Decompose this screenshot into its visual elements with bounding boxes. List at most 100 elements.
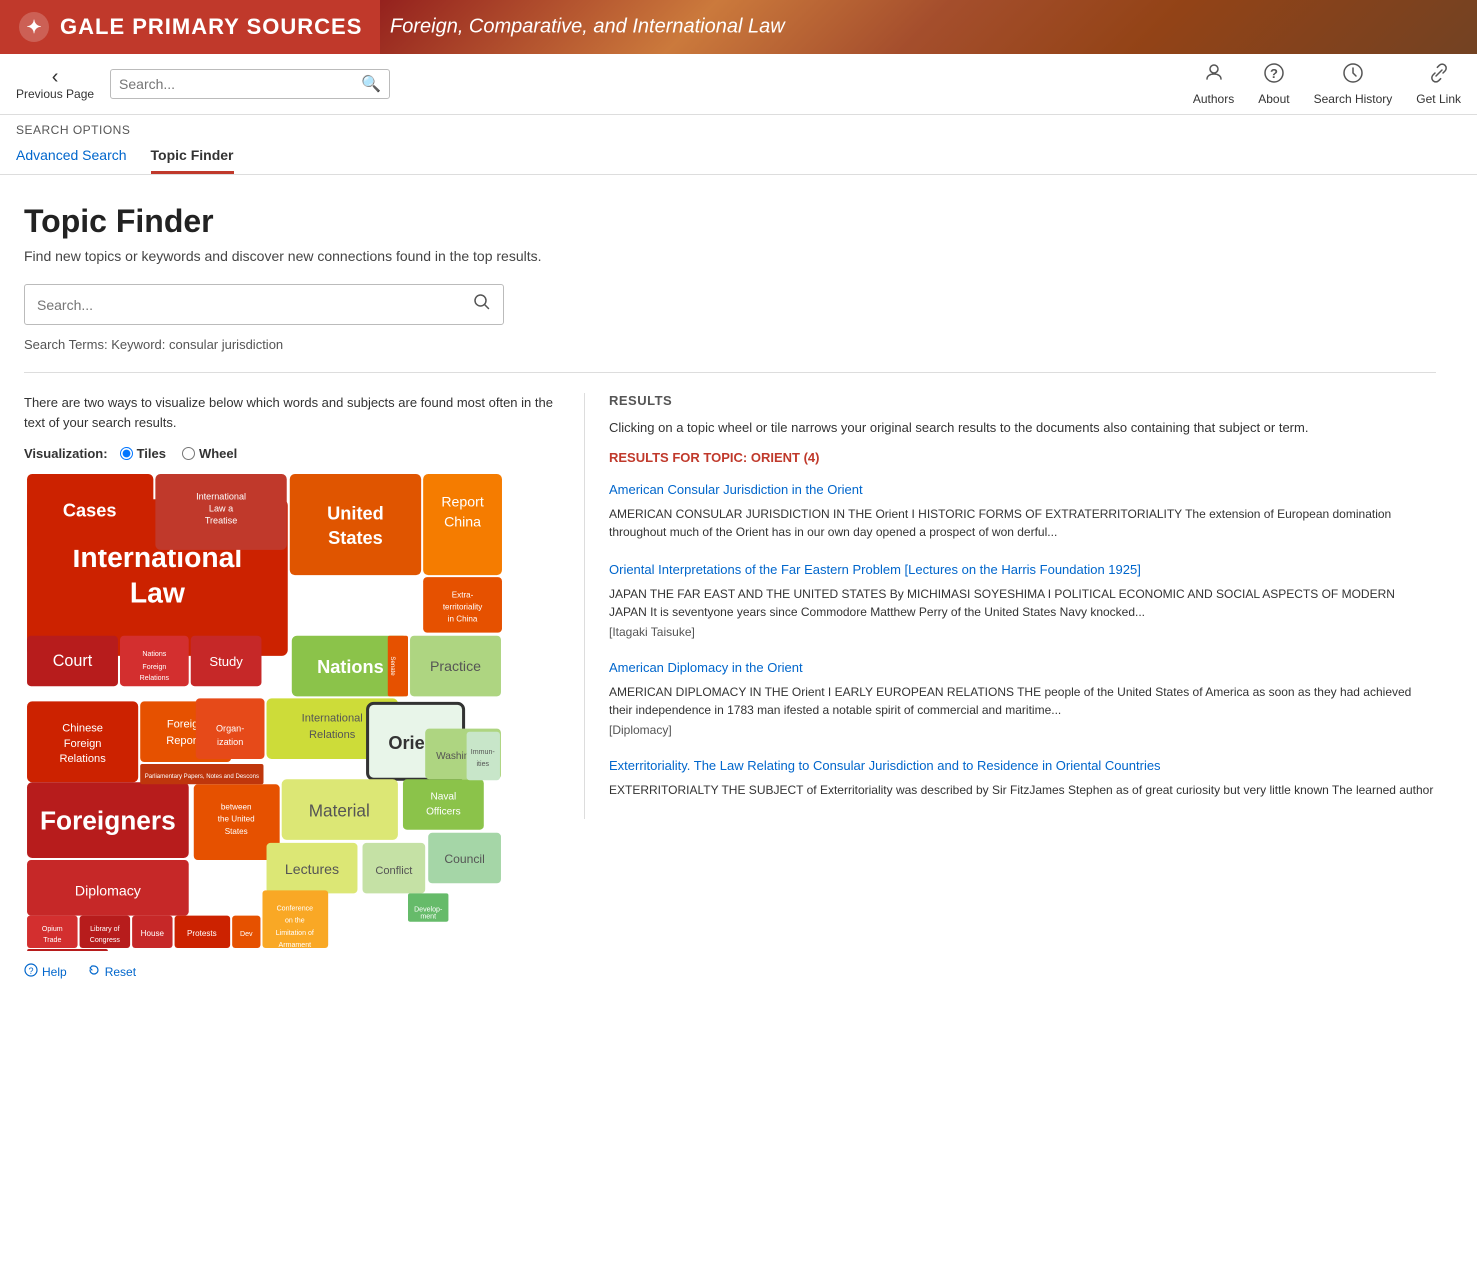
brand-area: ✦ GALE PRIMARY SOURCES [0,0,380,54]
topic-search-input[interactable] [37,297,473,313]
svg-text:Council: Council [444,852,484,866]
svg-text:?: ? [28,966,33,976]
about-nav-item[interactable]: ? About [1258,62,1289,106]
svg-text:Court: Court [53,652,93,670]
get-link-icon [1428,62,1450,90]
viz-footer: ? Help Reset [24,963,564,980]
tile-juridical[interactable] [27,949,108,951]
result-title-2[interactable]: American Diplomacy in the Orient [609,659,1436,677]
svg-text:Dev: Dev [240,931,253,938]
svg-text:?: ? [1270,66,1278,81]
previous-page-button[interactable]: ‹ Previous Page [16,67,94,101]
help-circle-icon: ? [24,963,38,980]
authors-label: Authors [1193,92,1234,106]
result-title-1[interactable]: Oriental Interpretations of the Far East… [609,561,1436,579]
nav-search-input[interactable] [119,76,361,92]
search-terms: Search Terms: Keyword: consular jurisdic… [24,337,1436,352]
results-topic-count: (4) [804,450,820,465]
svg-text:Nations: Nations [142,651,166,658]
previous-page-arrow-icon: ‹ [52,67,59,87]
svg-text:House: House [141,929,165,938]
tile-viz-svg: International Law Cases International La… [24,471,504,951]
svg-text:China: China [444,514,481,530]
tiles-radio[interactable] [120,447,133,460]
svg-text:Relations: Relations [140,675,170,682]
svg-text:✦: ✦ [26,17,41,37]
reset-button[interactable]: Reset [87,963,136,980]
svg-text:Library of: Library of [90,926,119,933]
svg-text:on the: on the [285,918,305,925]
svg-text:Congress: Congress [90,937,121,944]
svg-text:Limitation of: Limitation of [276,930,314,937]
svg-text:Material: Material [309,801,370,821]
content-divider [24,372,1436,373]
tab-advanced-search[interactable]: Advanced Search [16,141,127,174]
svg-text:the United: the United [218,815,255,824]
tab-topic-finder[interactable]: Topic Finder [151,141,234,174]
result-excerpt-2: AMERICAN DIPLOMACY IN THE Orient I EARLY… [609,683,1436,719]
result-excerpt-3: EXTERRITORIALTY THE SUBJECT of Exterrito… [609,781,1436,799]
wheel-radio-item[interactable]: Wheel [182,446,237,461]
search-options-bar: SEARCH OPTIONS Advanced Search Topic Fin… [0,115,1477,175]
svg-text:Chinese: Chinese [62,723,103,735]
svg-text:Armament: Armament [279,942,312,949]
tile-visualization[interactable]: International Law Cases International La… [24,471,504,951]
svg-text:Protests: Protests [187,929,217,938]
svg-text:Opium: Opium [42,926,63,933]
svg-text:Senate: Senate [389,656,395,676]
tiles-radio-item[interactable]: Tiles [120,446,166,461]
svg-text:ities: ities [476,761,489,768]
nav-search-box: 🔍 [110,69,390,99]
search-history-nav-item[interactable]: Search History [1314,62,1393,106]
tile-immunities[interactable] [467,732,500,781]
two-column-layout: There are two ways to visualize below wh… [24,393,1436,980]
svg-text:ment: ment [420,914,436,921]
svg-text:territoriality: territoriality [443,602,483,611]
result-item-2: American Diplomacy in the Orient AMERICA… [609,659,1436,737]
result-excerpt-0: AMERICAN CONSULAR JURISDICTION IN THE Or… [609,505,1436,541]
svg-text:Extra-: Extra- [452,590,474,599]
authors-nav-item[interactable]: Authors [1193,62,1234,106]
svg-text:Foreigners: Foreigners [40,806,176,836]
svg-text:Develop-: Develop- [414,907,443,914]
svg-text:Officers: Officers [426,807,461,818]
help-button[interactable]: ? Help [24,963,67,980]
results-topic-line: RESULTS FOR TOPIC: ORIENT (4) [609,450,1436,465]
results-topic-label: RESULTS FOR TOPIC: [609,450,747,465]
main-content: Topic Finder Find new topics or keywords… [0,175,1460,1004]
get-link-nav-item[interactable]: Get Link [1416,62,1461,106]
result-excerpt-1: JAPAN THE FAR EAST AND THE UNITED STATES… [609,585,1436,621]
svg-text:Conflict: Conflict [375,865,412,877]
svg-text:States: States [225,827,248,836]
result-title-3[interactable]: Exterritoriality. The Law Relating to Co… [609,757,1436,775]
wheel-radio[interactable] [182,447,195,460]
visualization-panel: There are two ways to visualize below wh… [24,393,584,980]
visualization-description: There are two ways to visualize below wh… [24,393,564,432]
tiles-label: Tiles [137,446,166,461]
result-item-3: Exterritoriality. The Law Relating to Co… [609,757,1436,799]
svg-text:Naval: Naval [430,791,456,802]
get-link-label: Get Link [1416,92,1461,106]
results-topic-name: ORIENT [751,450,800,465]
svg-text:Conference: Conference [277,906,314,913]
svg-text:Diplomacy: Diplomacy [75,882,142,898]
search-history-icon [1342,62,1364,90]
page-subtitle: Find new topics or keywords and discover… [24,248,1436,264]
svg-text:Study: Study [209,654,243,669]
tile-naval-officers[interactable] [403,779,484,830]
svg-text:Organ-: Organ- [216,724,244,734]
topic-search-icon[interactable] [473,293,491,316]
svg-text:Foreign: Foreign [142,664,166,671]
topic-search-box [24,284,504,325]
svg-text:Parliamentary Papers, Notes an: Parliamentary Papers, Notes and Descons [145,774,259,780]
nav-search-icon[interactable]: 🔍 [361,74,381,94]
svg-text:Report: Report [441,493,483,509]
result-title-0[interactable]: American Consular Jurisdiction in the Or… [609,481,1436,499]
svg-text:Practice: Practice [430,658,481,674]
reset-icon [87,963,101,980]
tile-united-states[interactable] [290,474,421,575]
svg-text:between: between [221,803,252,812]
svg-text:Law: Law [130,576,186,608]
results-description: Clicking on a topic wheel or tile narrow… [609,418,1436,438]
result-item-0: American Consular Jurisdiction in the Or… [609,481,1436,541]
